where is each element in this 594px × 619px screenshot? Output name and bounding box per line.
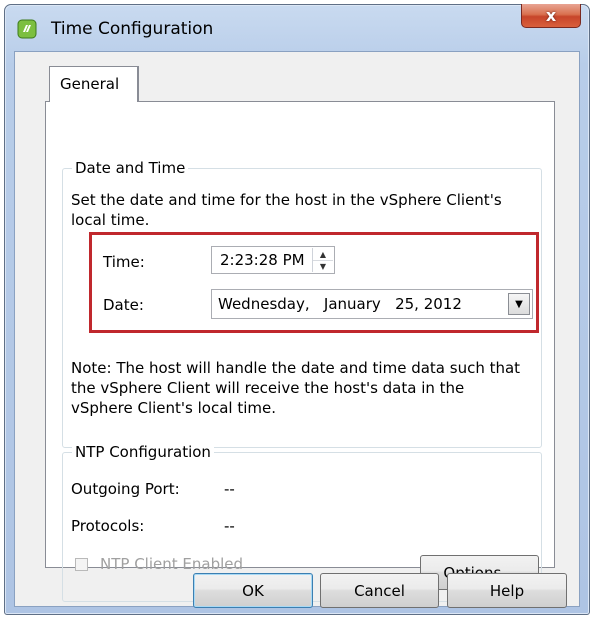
- date-picker[interactable]: Wednesday, January 25, 2012 ▼: [211, 289, 533, 319]
- time-input[interactable]: 2:23:28 PM ▲ ▼: [211, 246, 335, 274]
- note-line1: Note: The host will handle the date and …: [71, 359, 521, 377]
- tab-general-label: General: [60, 75, 120, 93]
- date-value: Wednesday, January 25, 2012: [218, 295, 462, 313]
- help-button[interactable]: Help: [447, 573, 567, 608]
- time-spinner: ▲ ▼: [312, 248, 333, 272]
- time-configuration-dialog: Time Configuration x General Date and Ti…: [4, 4, 590, 615]
- vsphere-app-icon: [17, 19, 37, 39]
- note-line3: vSphere Client's local time.: [71, 399, 276, 417]
- time-value: 2:23:28 PM: [220, 251, 305, 269]
- protocols-label: Protocols:: [71, 517, 145, 535]
- time-label: Time:: [103, 253, 145, 271]
- outgoing-port-value: --: [224, 480, 235, 498]
- title-bar[interactable]: Time Configuration x: [5, 4, 589, 53]
- ntp-configuration-legend: NTP Configuration: [72, 443, 214, 461]
- ntp-client-enabled-label: NTP Client Enabled: [100, 555, 244, 573]
- ok-button[interactable]: OK: [193, 573, 313, 608]
- help-button-label: Help: [489, 581, 525, 600]
- cancel-button-label: Cancel: [354, 581, 405, 600]
- cancel-button[interactable]: Cancel: [320, 573, 439, 608]
- tab-general[interactable]: General: [49, 66, 139, 102]
- date-time-legend: Date and Time: [72, 159, 189, 177]
- chevron-down-icon[interactable]: ▼: [508, 293, 530, 315]
- date-time-description-line1: Set the date and time for the host in th…: [71, 191, 502, 209]
- date-label: Date:: [103, 296, 144, 314]
- outgoing-port-label: Outgoing Port:: [71, 480, 180, 498]
- note-line2: the vSphere Client will receive the host…: [71, 379, 465, 397]
- dialog-client-area: General Date and Time Set the date and t…: [14, 51, 580, 608]
- date-time-description-line2: local time.: [71, 211, 150, 229]
- close-button[interactable]: x: [521, 4, 581, 28]
- window-title: Time Configuration: [51, 19, 214, 39]
- general-tab-panel: Date and Time Set the date and time for …: [45, 101, 555, 602]
- protocols-value: --: [224, 517, 235, 535]
- ntp-client-enabled-checkbox[interactable]: [75, 558, 88, 571]
- spin-down-icon[interactable]: ▼: [313, 260, 333, 272]
- ok-button-label: OK: [242, 581, 264, 600]
- close-icon: x: [545, 6, 557, 25]
